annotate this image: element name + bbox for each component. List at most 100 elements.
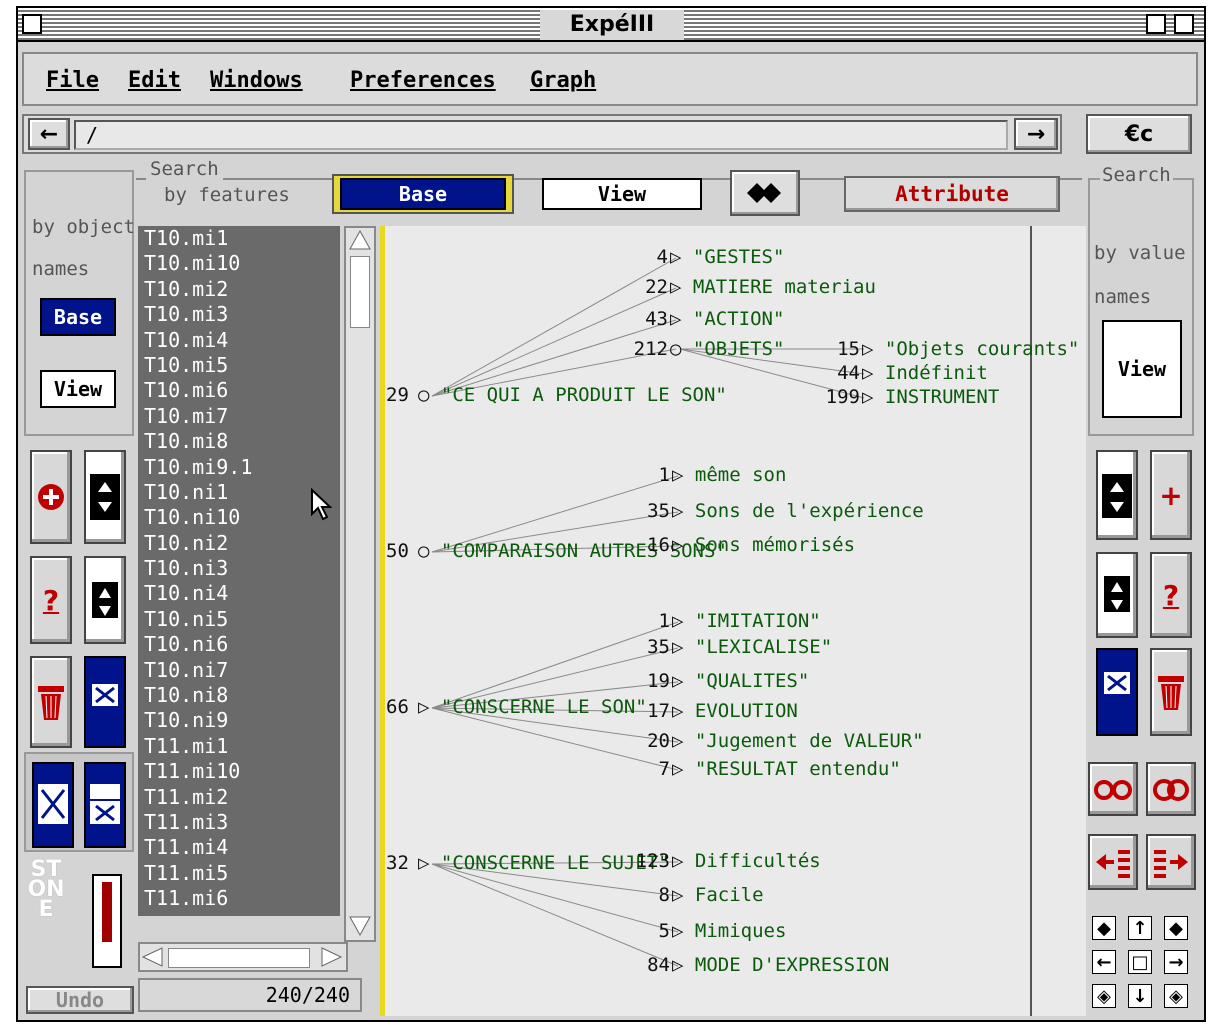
object-list[interactable]: T10.mi1 T10.mi10 T10.mi2 T10.mi3 T10.mi4… xyxy=(138,226,340,916)
nav-left-arrow-icon[interactable]: ← xyxy=(1092,950,1116,974)
graph-root-node[interactable]: ▷ "CONSCERNE LE SUJET" xyxy=(418,852,670,874)
graph-node[interactable]: ▷ Facile xyxy=(672,884,764,906)
graph-node[interactable]: ▷ même son xyxy=(672,464,786,486)
select-all-button[interactable] xyxy=(32,762,74,848)
scroll-down-arrow-icon[interactable] xyxy=(346,914,374,938)
graph-root-node[interactable]: ○ "CE QUI A PRODUIT LE SON" xyxy=(418,384,727,406)
scroll-right-arrow-icon[interactable] xyxy=(318,944,344,970)
move-right-button[interactable] xyxy=(1146,834,1196,890)
nav-up-arrow-icon[interactable]: ↑ xyxy=(1128,916,1152,940)
list-scroll-thumb[interactable] xyxy=(350,256,370,328)
move-left-button[interactable] xyxy=(1088,834,1138,890)
list-item[interactable]: T10.ni5 xyxy=(138,607,340,632)
list-horizontal-scrollbar[interactable] xyxy=(138,942,348,972)
graph-node[interactable]: ▷ Indéfinit xyxy=(862,362,988,384)
nav-expand-icon[interactable]: ◈ xyxy=(1164,984,1188,1008)
graph-node[interactable]: ▷ "Objets courants" xyxy=(862,338,1079,360)
menu-file[interactable]: File xyxy=(46,68,99,93)
list-item[interactable]: T10.mi8 xyxy=(138,429,340,454)
list-item[interactable]: T10.mi3 xyxy=(138,302,340,327)
object-base-button[interactable]: Base xyxy=(40,298,116,336)
resize-vertical-button[interactable] xyxy=(84,450,126,544)
graph-node[interactable]: ▷ Mimiques xyxy=(672,920,786,942)
graph-node[interactable]: ▷ EVOLUTION xyxy=(672,700,798,722)
graph-node[interactable]: ▷ "Jugement de VALEUR" xyxy=(672,730,924,752)
graph-node[interactable]: ▷ "LEXICALISE" xyxy=(672,636,832,658)
undo-button[interactable]: Undo xyxy=(26,986,134,1014)
list-item[interactable]: T11.mi6 xyxy=(138,886,340,911)
graph-node[interactable]: ▷ "GESTES" xyxy=(670,246,784,268)
value-sort-button[interactable] xyxy=(1096,552,1138,638)
list-item[interactable]: T10.mi6 xyxy=(138,378,340,403)
menu-windows[interactable]: Windows xyxy=(210,68,303,93)
graph-node[interactable]: ▷ Difficultés xyxy=(672,850,821,872)
list-item[interactable]: T10.mi10 xyxy=(138,251,340,276)
nav-small-diamond-icon[interactable]: ◆ xyxy=(1092,916,1116,940)
back-button[interactable]: ← xyxy=(28,118,70,150)
list-item[interactable]: T10.mi9.1 xyxy=(138,455,340,480)
clear-selection-button[interactable] xyxy=(84,656,126,748)
collapse-box[interactable] xyxy=(1174,14,1194,34)
trash-button[interactable] xyxy=(30,656,72,748)
add-object-button[interactable] xyxy=(30,450,72,544)
list-item[interactable]: T10.ni9 xyxy=(138,708,340,733)
value-view-button[interactable]: View xyxy=(1102,320,1182,418)
special-button[interactable]: €c xyxy=(1086,114,1192,154)
list-item[interactable]: T10.ni3 xyxy=(138,556,340,581)
graph-node[interactable]: ▷ "QUALITES" xyxy=(672,670,809,692)
graph-canvas[interactable]: 29 ○ "CE QUI A PRODUIT LE SON" 50 ○ "COM… xyxy=(380,226,1086,1016)
deselect-button[interactable] xyxy=(84,762,126,848)
menu-graph[interactable]: Graph xyxy=(530,68,596,93)
graph-node[interactable]: ▷ "ACTION" xyxy=(670,308,784,330)
close-box[interactable] xyxy=(22,14,42,34)
value-resize-button[interactable] xyxy=(1096,450,1138,540)
list-item[interactable]: T10.ni7 xyxy=(138,658,340,683)
link-closed-button[interactable] xyxy=(1146,762,1196,816)
graph-node[interactable]: ▷ "IMITATION" xyxy=(672,610,821,632)
scroll-up-arrow-icon[interactable] xyxy=(346,228,374,252)
list-item[interactable]: T11.mi10 xyxy=(138,759,340,784)
object-view-button[interactable]: View xyxy=(40,370,116,408)
list-item[interactable]: T10.ni8 xyxy=(138,683,340,708)
sort-button[interactable] xyxy=(84,556,126,644)
graph-node[interactable]: ○ "OBJETS" xyxy=(670,338,784,360)
list-item[interactable]: T10.ni6 xyxy=(138,632,340,657)
list-item[interactable]: T10.mi7 xyxy=(138,404,340,429)
list-item[interactable]: T11.mi2 xyxy=(138,785,340,810)
features-view-button[interactable]: View xyxy=(542,178,702,210)
list-item[interactable]: T11.mi5 xyxy=(138,861,340,886)
value-add-button[interactable]: + xyxy=(1150,450,1192,540)
list-item[interactable]: T10.mi2 xyxy=(138,277,340,302)
nav-fit-icon[interactable]: ◈ xyxy=(1092,984,1116,1008)
list-item[interactable]: T10.ni2 xyxy=(138,531,340,556)
graph-node[interactable]: ▷ Sons de l'expérience xyxy=(672,500,924,522)
path-field[interactable]: / xyxy=(74,120,1008,150)
link-open-button[interactable] xyxy=(1088,762,1138,816)
list-item[interactable]: T10.mi5 xyxy=(138,353,340,378)
list-item[interactable]: T11.mi1 xyxy=(138,734,340,759)
graph-node[interactable]: ▷ INSTRUMENT xyxy=(862,386,999,408)
scroll-left-arrow-icon[interactable] xyxy=(140,944,166,970)
list-vertical-scrollbar[interactable] xyxy=(344,226,376,942)
list-item[interactable]: T10.ni4 xyxy=(138,581,340,606)
graph-root-node[interactable]: ▷ "CONSCERNE LE SON" xyxy=(418,696,647,718)
nav-diamond-icon[interactable]: ◆ xyxy=(1164,916,1188,940)
list-item[interactable]: T10.mi4 xyxy=(138,328,340,353)
nav-center-square-icon[interactable]: □ xyxy=(1128,950,1152,974)
menu-edit[interactable]: Edit xyxy=(128,68,181,93)
graph-node[interactable]: ▷ Sons mémorisés xyxy=(672,534,855,556)
list-item[interactable]: T10.mi1 xyxy=(138,226,340,251)
value-trash-button[interactable] xyxy=(1150,648,1192,736)
graph-node[interactable]: ▷ MODE D'EXPRESSION xyxy=(672,954,889,976)
value-clear-button[interactable] xyxy=(1096,648,1138,736)
diamond-toggle-button[interactable] xyxy=(730,170,800,216)
value-help-button[interactable]: ? xyxy=(1150,552,1192,638)
list-item[interactable]: T11.mi4 xyxy=(138,835,340,860)
graph-node[interactable]: ▷ "RESULTAT entendu" xyxy=(672,758,901,780)
nav-down-arrow-icon[interactable]: ↓ xyxy=(1128,984,1152,1008)
graph-node[interactable]: ▷ MATIERE materiau xyxy=(670,276,876,298)
zoom-box[interactable] xyxy=(1146,14,1166,34)
features-base-button[interactable]: Base xyxy=(340,178,506,210)
help-button[interactable]: ? xyxy=(30,556,72,644)
attribute-button[interactable]: Attribute xyxy=(844,176,1060,212)
